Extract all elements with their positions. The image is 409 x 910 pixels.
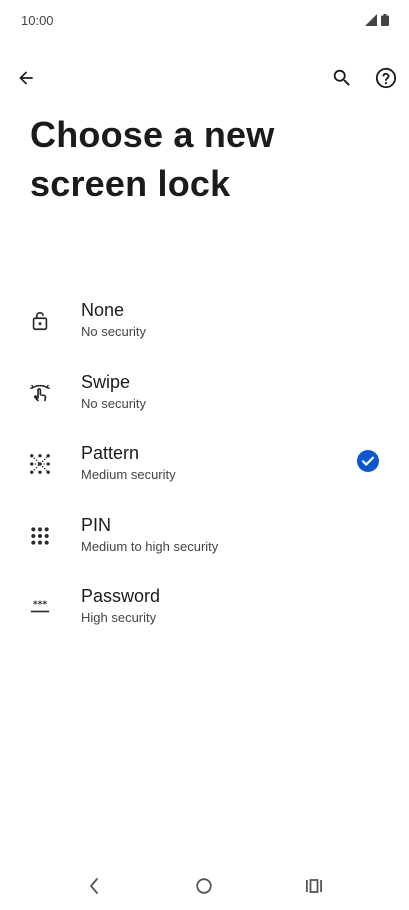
status-bar: 10:00 (0, 0, 409, 44)
swipe-icon (26, 379, 54, 407)
svg-text:***: *** (33, 599, 48, 610)
option-summary: No security (81, 324, 147, 339)
pin-icon (26, 522, 54, 550)
option-pin[interactable]: PIN Medium to high security (0, 498, 409, 570)
option-summary: No security (81, 395, 147, 411)
status-icons (365, 14, 389, 26)
arrow-back-icon (19, 71, 33, 85)
nav-home-icon (196, 878, 212, 894)
option-label: None (81, 300, 125, 320)
help-icon (375, 67, 397, 89)
navigation-bar (0, 862, 409, 910)
option-label: Password (81, 586, 161, 606)
option-label: Pattern (81, 443, 140, 463)
option-label: Swipe (81, 371, 131, 392)
pattern-icon (26, 450, 54, 478)
help-button[interactable] (366, 58, 406, 98)
option-summary: High security (81, 610, 157, 625)
status-time: 10:00 (21, 13, 54, 28)
battery-icon (381, 14, 389, 26)
app-bar (0, 56, 409, 102)
option-none[interactable]: None No security (0, 283, 409, 355)
search-button[interactable] (322, 58, 362, 98)
checkmark-circle-icon (357, 450, 379, 472)
unlock-icon (26, 307, 54, 335)
nav-back-button[interactable] (74, 870, 114, 902)
option-swipe[interactable]: Swipe No security (0, 355, 409, 427)
option-pattern[interactable]: Pattern Medium security (0, 426, 409, 498)
option-label: PIN (81, 514, 112, 535)
search-icon (333, 69, 350, 86)
option-password[interactable]: *** Password High security (0, 569, 409, 641)
nav-recents-icon (306, 879, 322, 893)
option-summary: Medium security (81, 467, 176, 482)
nav-home-button[interactable] (184, 870, 224, 902)
back-button[interactable] (6, 58, 46, 98)
nav-recents-button[interactable] (294, 870, 334, 902)
page-title: Choose a new screen lock (30, 114, 275, 204)
password-icon: *** (26, 593, 54, 621)
screen-lock-options: None No security Swipe No security Patte… (0, 283, 409, 641)
nav-back-icon (90, 878, 98, 894)
option-summary: Medium to high security (81, 538, 219, 554)
signal-icon (365, 14, 377, 26)
